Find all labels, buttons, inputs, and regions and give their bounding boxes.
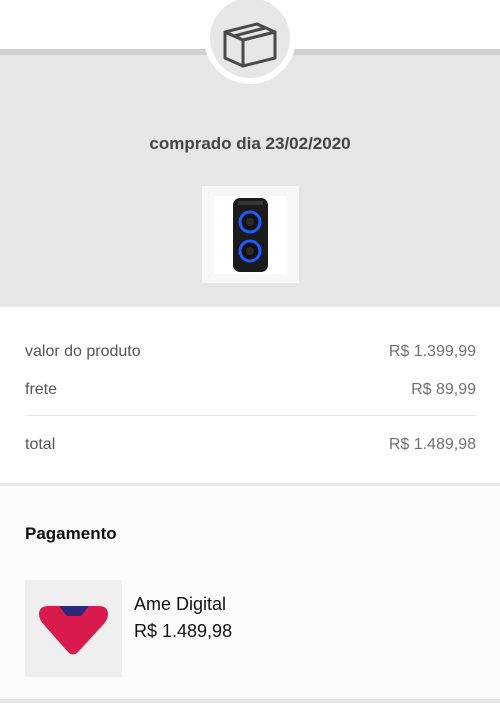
product-value-amount: R$ 1.399,99: [388, 343, 476, 360]
order-summary: valor do produto R$ 1.399,99 frete R$ 89…: [0, 307, 500, 485]
total-row: total R$ 1.489,98: [25, 436, 476, 454]
summary-divider: [25, 415, 476, 416]
package-box-icon: [223, 22, 277, 68]
total-amount: R$ 1.489,98: [388, 436, 476, 453]
total-label: total: [25, 436, 56, 453]
product-value-row: valor do produto R$ 1.399,99: [25, 343, 476, 361]
shipping-label: frete: [25, 381, 58, 398]
product-thumbnail[interactable]: [202, 186, 299, 283]
bottom-divider: [0, 699, 500, 703]
payment-method-name: Ame Digital: [134, 594, 227, 614]
payment-section: Pagamento Ame Digital R$ 1.489,98: [0, 486, 500, 703]
product-value-label: valor do produto: [25, 343, 141, 360]
ame-digital-logo: [39, 606, 108, 655]
speaker-product-image: [214, 196, 287, 274]
payment-method-card[interactable]: [25, 580, 122, 677]
shipping-amount: R$ 89,99: [411, 381, 476, 398]
payment-title: Pagamento: [25, 524, 117, 543]
purchase-date: comprado dia 23/02/2020: [149, 134, 351, 153]
shipping-row: frete R$ 89,99: [25, 381, 476, 399]
payment-amount: R$ 1.489,98: [134, 621, 233, 641]
